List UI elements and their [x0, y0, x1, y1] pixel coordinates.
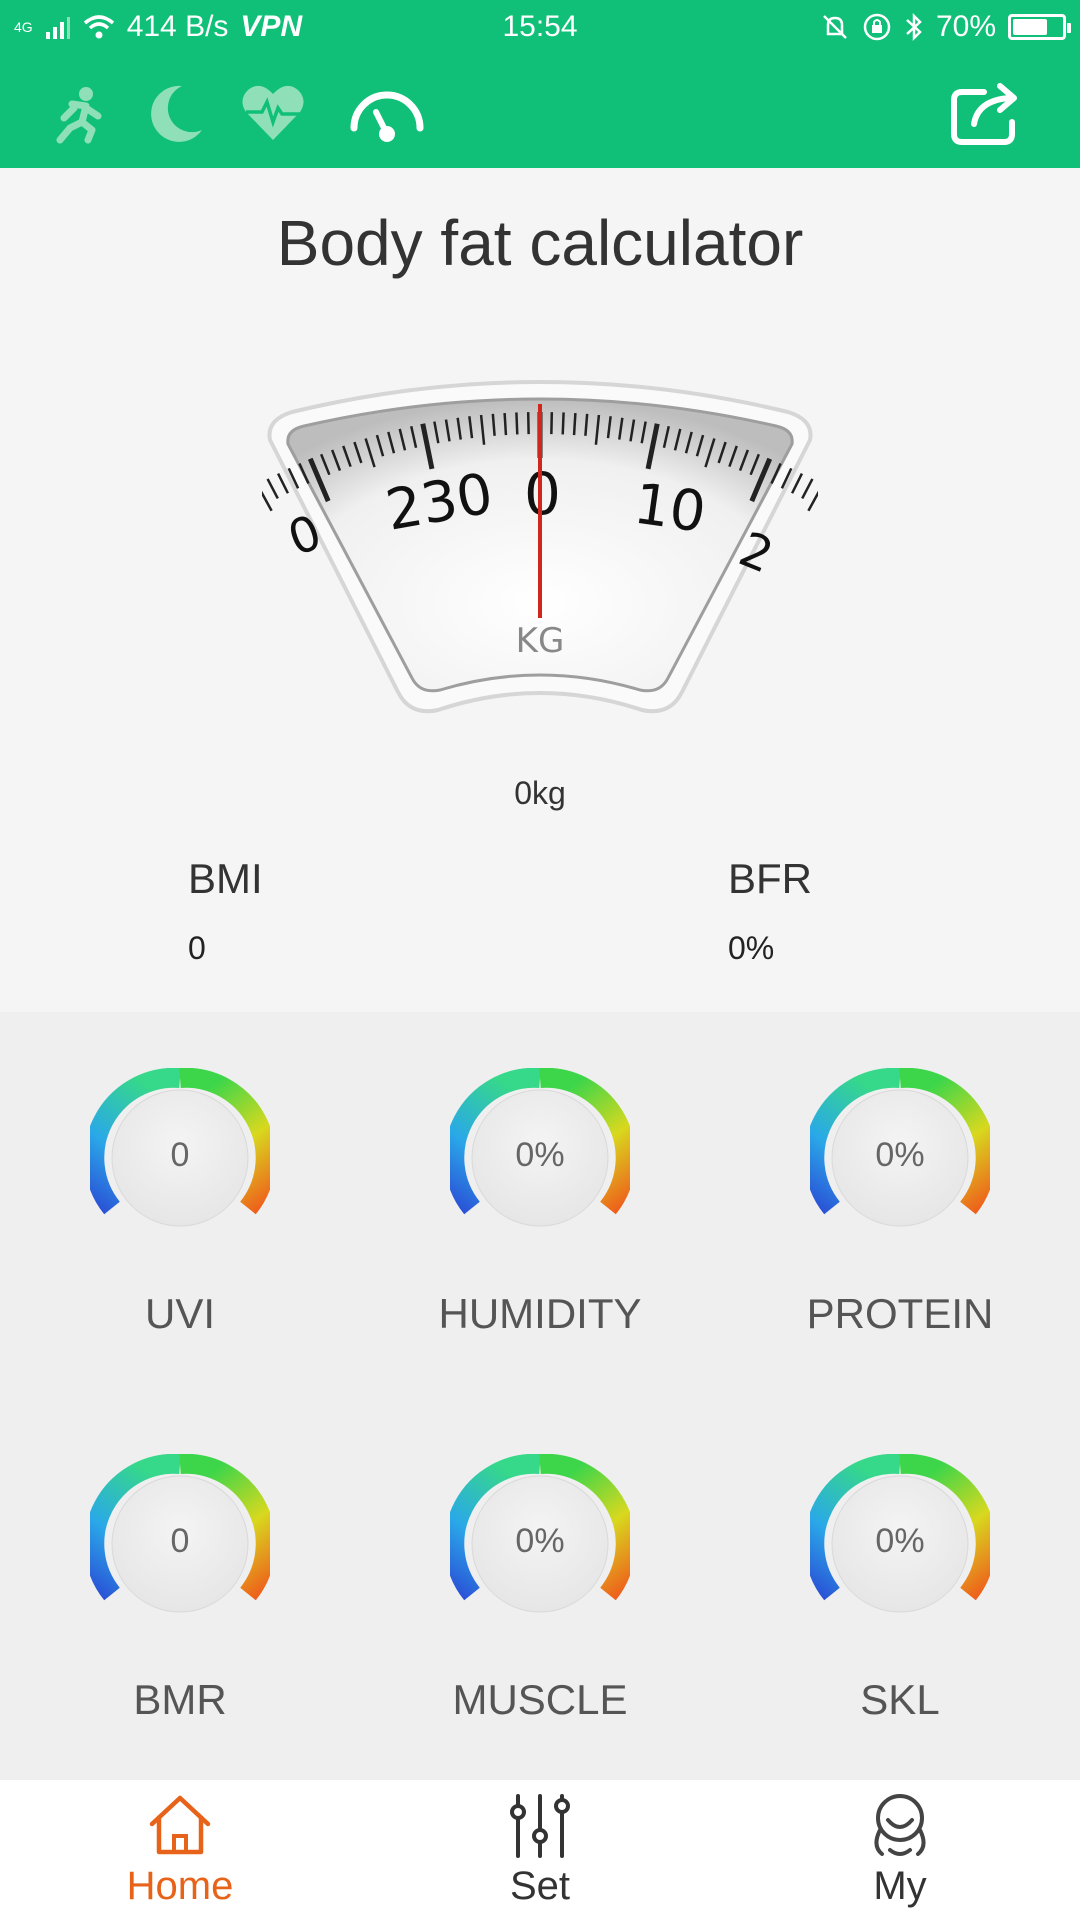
nav-home-label: Home — [126, 1864, 234, 1908]
gauge-humidity[interactable]: 0% HUMIDITY — [430, 1068, 650, 1337]
weight-reading: 0kg — [514, 775, 566, 811]
gauge-label: SKL — [860, 1676, 940, 1723]
bottom-navigation: Home Set My — [0, 1780, 1080, 1920]
running-icon[interactable] — [42, 78, 112, 148]
gauge-value: 0% — [875, 1136, 925, 1174]
top-bar: 4G 414 B/s VPN 15:54 70% — [0, 0, 1080, 168]
rotation-lock-icon — [863, 13, 891, 41]
battery-percent: 70% — [935, 10, 996, 43]
gauge-value: 0% — [515, 1522, 565, 1560]
dial-label: 0 — [524, 460, 561, 528]
home-icon — [149, 1795, 211, 1855]
dial-tick — [561, 412, 565, 435]
nav-my[interactable]: My — [720, 1780, 1080, 1920]
bmi-value: 0 — [188, 930, 206, 966]
nav-my-label: My — [873, 1864, 927, 1908]
nav-set[interactable]: Set — [360, 1780, 720, 1920]
gauge-uvi[interactable]: 0 UVI — [70, 1068, 290, 1337]
dial-tick — [584, 413, 589, 436]
body-metrics-panel: 0 UVI 0% HUMIDITY 0% PROTEIN 0 BMR 0% MU… — [0, 1012, 1080, 1780]
user-icon — [874, 1794, 926, 1856]
share-icon[interactable] — [948, 78, 1024, 148]
dial-tick — [807, 483, 824, 512]
nav-set-label: Set — [509, 1864, 571, 1908]
gauge-protein[interactable]: 0% PROTEIN — [790, 1068, 1010, 1337]
gauge-value: 0% — [515, 1136, 565, 1174]
gauge-label: PROTEIN — [806, 1290, 994, 1337]
battery-icon — [1008, 14, 1071, 40]
gauge-bmr[interactable]: 0 BMR — [70, 1454, 290, 1723]
battery-fill — [1013, 19, 1047, 35]
bluetooth-icon — [906, 12, 922, 42]
gauge-skl[interactable]: 0% SKL — [790, 1454, 1010, 1723]
weighing-scale-dial: 0 230 0 10 2 KG — [245, 360, 835, 730]
dial-tick — [515, 412, 519, 435]
scale-unit: KG — [516, 621, 565, 661]
mute-icon — [823, 15, 847, 39]
gauge-label: HUMIDITY — [438, 1290, 642, 1337]
gauge-label: BMR — [133, 1676, 227, 1723]
dial-tick — [491, 413, 496, 436]
dial-label: 10 — [630, 471, 710, 545]
gauge-label: MUSCLE — [452, 1676, 628, 1723]
gauge-muscle[interactable]: 0% MUSCLE — [430, 1454, 650, 1723]
gauge-value: 0 — [170, 1136, 190, 1174]
gauge-value: 0 — [170, 1522, 190, 1560]
sliders-icon — [510, 1794, 570, 1858]
dial-tick — [572, 412, 577, 436]
bfr-value: 0% — [728, 930, 775, 966]
dial-tick — [266, 478, 279, 499]
dial-tick — [801, 478, 814, 499]
bfr-label: BFR — [728, 855, 812, 902]
moon-icon[interactable] — [140, 78, 210, 148]
dial-tick — [256, 483, 273, 512]
scale-gauge-icon[interactable] — [348, 78, 426, 148]
status-bar: 4G 414 B/s VPN 15:54 70% — [0, 0, 1080, 56]
nav-home[interactable]: Home — [0, 1780, 360, 1920]
bmi-label: BMI — [188, 855, 263, 902]
gauge-label: UVI — [144, 1290, 215, 1337]
gauge-value: 0% — [875, 1522, 925, 1560]
page-title: Body fat calculator — [276, 207, 804, 279]
heart-rate-icon[interactable] — [238, 78, 308, 148]
dial-tick — [503, 412, 508, 436]
